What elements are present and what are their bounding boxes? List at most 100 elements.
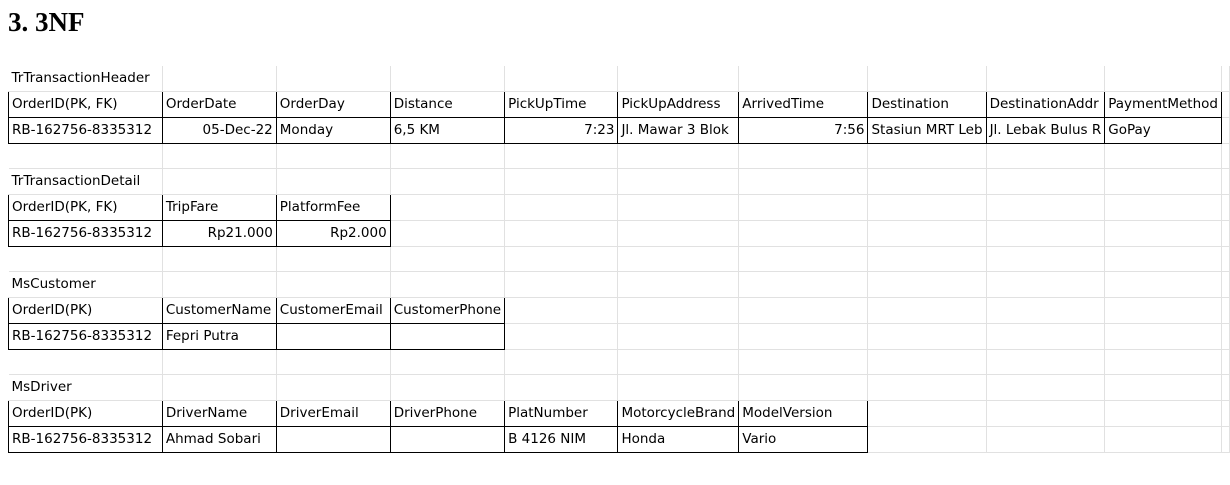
sheet-cell[interactable] xyxy=(617,246,740,272)
sheet-cell[interactable] xyxy=(986,400,1106,427)
sheet-cell[interactable]: Jl. Lebak Bulus R xyxy=(985,117,1106,144)
sheet-cell[interactable] xyxy=(867,168,987,195)
sheet-cell[interactable] xyxy=(867,66,987,92)
sheet-cell[interactable] xyxy=(986,220,1106,247)
sheet-cell[interactable] xyxy=(1104,349,1222,375)
sheet-cell[interactable]: RB-162756-8335312 xyxy=(8,220,163,247)
sheet-cell[interactable] xyxy=(1221,143,1230,169)
sheet-cell[interactable] xyxy=(867,246,987,272)
sheet-cell[interactable] xyxy=(986,194,1106,221)
sheet-cell[interactable]: DriverPhone xyxy=(389,400,506,427)
sheet-cell[interactable] xyxy=(867,194,987,221)
sheet-cell[interactable]: OrderDay xyxy=(275,91,391,118)
sheet-cell[interactable]: DestinationAddr xyxy=(985,91,1106,118)
sheet-cell[interactable]: Vario xyxy=(738,426,869,453)
sheet-cell[interactable] xyxy=(1104,66,1222,92)
sheet-cell[interactable] xyxy=(738,220,869,247)
sheet-cell[interactable] xyxy=(738,349,869,375)
sheet-cell[interactable]: Monday xyxy=(275,117,391,144)
sheet-cell[interactable] xyxy=(504,168,619,195)
sheet-cell[interactable] xyxy=(986,426,1106,453)
sheet-cell[interactable]: MsCustomer xyxy=(8,271,163,298)
sheet-cell[interactable]: Distance xyxy=(389,91,506,118)
sheet-cell[interactable] xyxy=(162,374,277,401)
sheet-cell[interactable]: TrTransactionDetail xyxy=(8,168,163,195)
sheet-cell[interactable]: MsDriver xyxy=(8,374,163,401)
sheet-cell[interactable] xyxy=(986,246,1106,272)
sheet-cell[interactable] xyxy=(276,374,391,401)
sheet-cell[interactable] xyxy=(275,323,391,350)
sheet-cell[interactable] xyxy=(1104,374,1222,401)
sheet-cell[interactable] xyxy=(162,143,277,169)
sheet-cell[interactable]: TripFare xyxy=(161,194,277,221)
sheet-cell[interactable] xyxy=(1104,143,1222,169)
sheet-cell[interactable] xyxy=(617,271,740,298)
sheet-cell[interactable] xyxy=(617,168,740,195)
sheet-cell[interactable]: OrderID(PK) xyxy=(8,400,163,427)
sheet-cell[interactable]: OrderID(PK, FK) xyxy=(8,194,163,221)
sheet-cell[interactable] xyxy=(1104,400,1222,427)
sheet-cell[interactable]: PickUpAddress xyxy=(617,91,740,118)
sheet-cell[interactable] xyxy=(390,143,506,169)
sheet-cell[interactable] xyxy=(390,246,506,272)
sheet-cell[interactable]: CustomerEmail xyxy=(275,297,391,324)
sheet-cell[interactable] xyxy=(276,271,391,298)
sheet-cell[interactable]: GoPay xyxy=(1104,117,1222,144)
sheet-cell[interactable] xyxy=(1221,168,1230,195)
sheet-cell[interactable] xyxy=(986,168,1106,195)
sheet-cell[interactable]: TrTransactionHeader xyxy=(8,66,163,92)
sheet-cell[interactable] xyxy=(276,143,391,169)
sheet-cell[interactable] xyxy=(162,66,277,92)
sheet-cell[interactable]: 6,5 KM xyxy=(389,117,506,144)
sheet-cell[interactable] xyxy=(867,297,987,324)
sheet-cell[interactable] xyxy=(389,323,506,350)
sheet-cell[interactable] xyxy=(867,220,987,247)
sheet-cell[interactable] xyxy=(162,246,277,272)
sheet-cell[interactable] xyxy=(390,194,506,221)
sheet-cell[interactable] xyxy=(986,271,1106,298)
sheet-cell[interactable]: OrderID(PK, FK) xyxy=(8,91,163,118)
sheet-cell[interactable] xyxy=(1104,194,1222,221)
sheet-cell[interactable] xyxy=(8,246,163,272)
sheet-cell[interactable]: Rp2.000 xyxy=(275,220,391,247)
sheet-cell[interactable]: PlatformFee xyxy=(275,194,391,221)
sheet-cell[interactable] xyxy=(617,143,740,169)
sheet-cell[interactable] xyxy=(1221,117,1230,144)
sheet-cell[interactable] xyxy=(275,426,391,453)
sheet-cell[interactable] xyxy=(986,143,1106,169)
sheet-cell[interactable] xyxy=(1104,297,1222,324)
sheet-cell[interactable] xyxy=(504,220,619,247)
sheet-cell[interactable] xyxy=(389,426,506,453)
sheet-cell[interactable] xyxy=(617,297,740,324)
sheet-cell[interactable] xyxy=(390,349,506,375)
sheet-cell[interactable] xyxy=(162,349,277,375)
sheet-cell[interactable]: Destination xyxy=(867,91,987,118)
sheet-cell[interactable] xyxy=(1221,246,1230,272)
sheet-cell[interactable] xyxy=(390,220,506,247)
sheet-cell[interactable] xyxy=(867,323,987,350)
sheet-cell[interactable]: PlatNumber xyxy=(504,400,619,427)
sheet-cell[interactable]: DriverName xyxy=(161,400,277,427)
sheet-cell[interactable] xyxy=(738,323,869,350)
sheet-cell[interactable] xyxy=(1104,246,1222,272)
sheet-cell[interactable]: OrderID(PK) xyxy=(8,297,163,324)
sheet-cell[interactable] xyxy=(390,168,506,195)
sheet-cell[interactable]: Honda xyxy=(617,426,740,453)
sheet-cell[interactable] xyxy=(1221,271,1230,298)
sheet-cell[interactable] xyxy=(1104,220,1222,247)
sheet-cell[interactable]: Rp21.000 xyxy=(161,220,277,247)
sheet-cell[interactable]: RB-162756-8335312 xyxy=(8,117,163,144)
sheet-cell[interactable] xyxy=(1221,66,1230,92)
sheet-cell[interactable] xyxy=(617,374,740,401)
sheet-cell[interactable] xyxy=(738,297,869,324)
sheet-cell[interactable]: DriverEmail xyxy=(275,400,391,427)
sheet-cell[interactable] xyxy=(867,400,987,427)
sheet-cell[interactable]: ArrivedTime xyxy=(738,91,869,118)
sheet-cell[interactable] xyxy=(1221,91,1230,118)
sheet-cell[interactable]: Jl. Mawar 3 Blok xyxy=(617,117,740,144)
sheet-cell[interactable]: 05-Dec-22 xyxy=(161,117,277,144)
sheet-cell[interactable] xyxy=(1221,297,1230,324)
sheet-cell[interactable] xyxy=(738,246,869,272)
sheet-cell[interactable]: RB-162756-8335312 xyxy=(8,426,163,453)
sheet-cell[interactable]: Fepri Putra xyxy=(161,323,277,350)
